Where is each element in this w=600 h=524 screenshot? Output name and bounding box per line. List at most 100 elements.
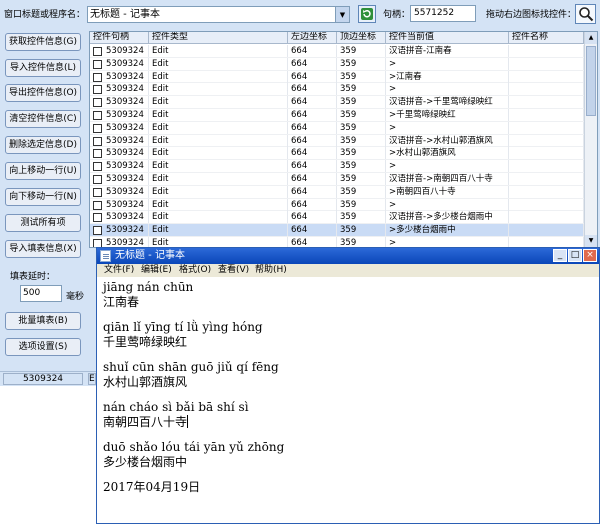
scroll-down-icon[interactable]: ▼ — [585, 235, 597, 247]
row-checkbox[interactable] — [93, 175, 102, 184]
batch-fill-button[interactable]: 批量填表(B) — [5, 312, 81, 330]
control-info-table[interactable]: 控件句柄 控件类型 左边坐标 顶边坐标 控件当前值 控件名称 5309324 Ed… — [89, 31, 598, 248]
menu-format[interactable]: 格式(O) — [179, 265, 211, 276]
test-all-button[interactable]: 测试所有项 — [5, 214, 81, 232]
table-row[interactable]: 5309324 Edit 664 359 >千里莺啼绿映红 — [90, 109, 597, 122]
row-checkbox[interactable] — [93, 213, 102, 223]
fill-delay-input[interactable]: 500 — [20, 285, 62, 302]
cell-type: Edit — [149, 109, 288, 121]
cell-handle: 5309324 — [90, 224, 149, 237]
cell-name — [509, 96, 584, 109]
row-checkbox[interactable] — [93, 149, 102, 159]
move-down-button[interactable]: 向下移动一行(N) — [5, 188, 81, 206]
cell-handle-text: 5309324 — [106, 110, 144, 120]
notepad-text-line: qiān lǐ yīng tí lǜ yìng hóng — [103, 320, 593, 335]
get-control-info-button[interactable]: 获取控件信息(G) — [5, 33, 81, 51]
table-row[interactable]: 5309324 Edit 664 359 汉语拼音->水村山郭酒旗风 — [90, 134, 597, 148]
table-row[interactable]: 5309324 Edit 664 359 > — [90, 83, 597, 97]
table-scrollbar[interactable]: ▲ ▼ — [584, 32, 597, 247]
menu-file[interactable]: 文件(F) — [104, 265, 134, 276]
cell-top-text: 359 — [340, 110, 357, 120]
cell-left-text: 664 — [291, 199, 308, 210]
table-row[interactable]: 5309324 Edit 664 359 >江南春 — [90, 70, 597, 84]
row-checkbox[interactable] — [93, 111, 102, 120]
table-row[interactable]: 5309324 Edit 664 359 汉语拼音-江南春 — [90, 45, 597, 58]
notepad-line-text: qiān lǐ yīng tí lǜ yìng hóng — [103, 320, 263, 334]
table-row[interactable]: 5309324 Edit 664 359 汉语拼音->千里莺啼绿映红 — [90, 96, 597, 109]
options-button[interactable]: 选项设置(S) — [5, 338, 81, 356]
cell-type-text: Edit — [152, 71, 169, 82]
cell-name — [509, 173, 584, 185]
cell-top-text: 359 — [340, 212, 357, 223]
import-fill-info-button[interactable]: 导入填表信息(X) — [5, 240, 81, 258]
row-checkbox[interactable] — [93, 200, 102, 210]
col-header-value[interactable]: 控件当前值 — [386, 32, 509, 44]
cell-handle: 5309324 — [90, 185, 149, 198]
cell-left: 664 — [288, 109, 337, 121]
row-checkbox[interactable] — [93, 187, 102, 197]
magnifier-finder-icon[interactable] — [575, 4, 596, 24]
close-icon[interactable]: × — [583, 249, 597, 262]
row-checkbox[interactable] — [93, 226, 102, 236]
cell-type-text: Edit — [152, 122, 169, 133]
col-header-name[interactable]: 控件名称 — [509, 32, 584, 44]
table-row[interactable]: 5309324 Edit 664 359 >南朝四百八十寺 — [90, 185, 597, 199]
export-control-info-button[interactable]: 导出控件信息(O) — [5, 84, 81, 102]
table-row[interactable]: 5309324 Edit 664 359 >水村山郭酒旗风 — [90, 147, 597, 161]
col-header-left[interactable]: 左边坐标 — [288, 32, 337, 44]
fill-delay-label: 填表延时： — [10, 272, 56, 282]
row-checkbox[interactable] — [93, 72, 102, 82]
col-header-type[interactable]: 控件类型 — [149, 32, 288, 44]
notepad-titlebar[interactable]: 无标题 - 记事本 _ □ × — [97, 248, 599, 264]
cell-value-text: >多少楼台烟雨中 — [389, 225, 456, 236]
row-checkbox[interactable] — [93, 123, 102, 133]
notepad-text-line: 南朝四百八十寺 — [103, 415, 593, 430]
table-row[interactable]: 5309324 Edit 664 359 > — [90, 160, 597, 173]
chevron-down-icon[interactable]: ▼ — [335, 7, 349, 22]
col-header-top[interactable]: 顶边坐标 — [337, 32, 386, 44]
col-header-handle[interactable]: 控件句柄 — [90, 32, 149, 44]
cell-type: Edit — [149, 134, 288, 147]
cell-left-text: 664 — [291, 212, 308, 223]
move-up-button[interactable]: 向上移动一行(U) — [5, 162, 81, 180]
table-row[interactable]: 5309324 Edit 664 359 汉语拼音->多少楼台烟雨中 — [90, 211, 597, 225]
cell-top: 359 — [337, 185, 386, 198]
menu-view[interactable]: 查看(V) — [218, 265, 249, 276]
clear-control-info-button[interactable]: 清空控件信息(C) — [5, 110, 81, 128]
notepad-text-line: nán cháo sì bǎi bā shí sì — [103, 400, 593, 415]
row-checkbox[interactable] — [93, 98, 102, 108]
row-checkbox[interactable] — [93, 136, 102, 146]
text-caret — [187, 415, 189, 428]
notepad-line-text: 南朝四百八十寺 — [103, 415, 188, 429]
cell-left-text: 664 — [291, 148, 308, 159]
notepad-line-text: duō shǎo lóu tái yān yǔ zhōng — [103, 440, 285, 454]
hwnd-field[interactable]: 5571252 — [410, 5, 476, 22]
row-checkbox[interactable] — [93, 85, 102, 95]
maximize-icon[interactable]: □ — [568, 249, 582, 262]
menu-edit[interactable]: 编辑(E) — [141, 265, 172, 276]
refresh-icon[interactable] — [358, 5, 376, 23]
row-checkbox[interactable] — [93, 47, 102, 56]
table-row[interactable]: 5309324 Edit 664 359 > — [90, 57, 597, 71]
import-control-info-button[interactable]: 导入控件信息(L) — [5, 59, 81, 77]
row-checkbox[interactable] — [93, 59, 102, 69]
table-row[interactable]: 5309324 Edit 664 359 >多少楼台烟雨中 — [90, 224, 597, 237]
table-row[interactable]: 5309324 Edit 664 359 > — [90, 198, 597, 212]
scrollbar-thumb[interactable] — [586, 46, 596, 116]
cell-name — [509, 185, 584, 198]
row-checkbox[interactable] — [93, 162, 102, 172]
scroll-up-icon[interactable]: ▲ — [585, 32, 597, 44]
window-title-combobox[interactable]: 无标题 - 记事本 ▼ — [87, 6, 350, 23]
notepad-text-line: 多少楼台烟雨中 — [103, 455, 593, 470]
cell-type-text: Edit — [152, 135, 169, 146]
notepad-window: 无标题 - 记事本 _ □ × 文件(F) 编辑(E) 格式(O) 查看(V) … — [96, 247, 600, 524]
cell-name — [509, 83, 584, 96]
table-row[interactable]: 5309324 Edit 664 359 > — [90, 121, 597, 135]
table-row[interactable]: 5309324 Edit 664 359 汉语拼音->南朝四百八十寺 — [90, 173, 597, 186]
cell-value-text: >千里莺啼绿映红 — [389, 110, 456, 120]
notepad-text-area[interactable]: jiāng nán chūn 江南春 qiān lǐ yīng tí lǜ yìng… — [103, 280, 593, 495]
minimize-icon[interactable]: _ — [553, 249, 567, 262]
cell-handle-text: 5309324 — [106, 46, 144, 56]
menu-help[interactable]: 帮助(H) — [255, 265, 287, 276]
delete-selected-button[interactable]: 删除选定信息(D) — [5, 136, 81, 154]
